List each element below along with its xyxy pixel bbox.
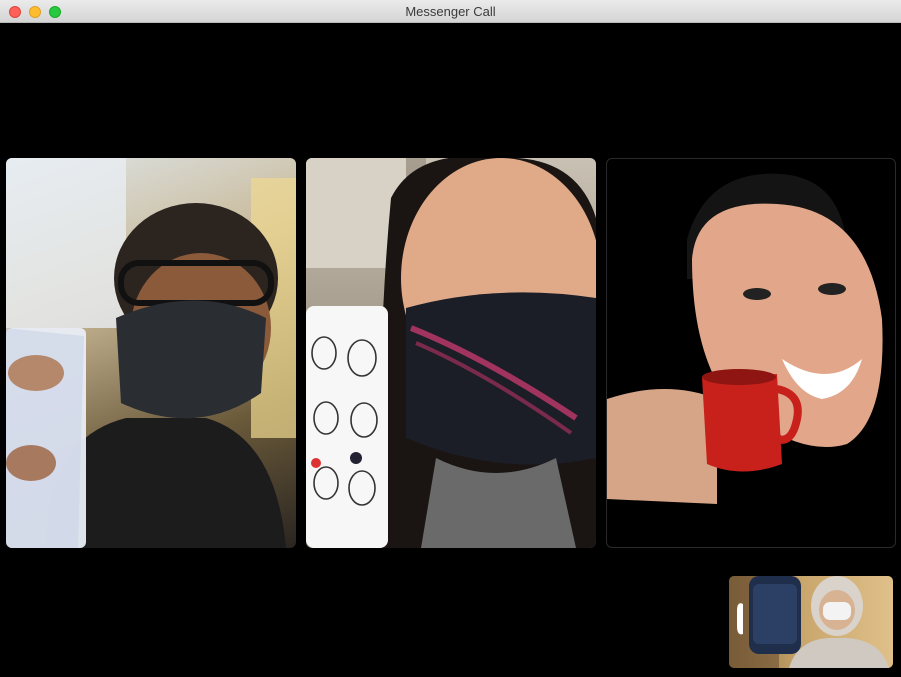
self-video-preview[interactable] bbox=[729, 576, 893, 668]
participant-video-2[interactable] bbox=[306, 158, 596, 548]
participant-2-image bbox=[306, 158, 596, 548]
participant-1-image bbox=[6, 158, 296, 548]
self-video-image bbox=[729, 576, 889, 668]
window-title: Messenger Call bbox=[405, 4, 496, 19]
participant-video-1[interactable] bbox=[6, 158, 296, 548]
title-bar: Messenger Call bbox=[0, 0, 901, 23]
participant-3-image bbox=[607, 173, 883, 504]
call-stage bbox=[0, 23, 901, 677]
participant-video-3[interactable] bbox=[606, 158, 896, 548]
